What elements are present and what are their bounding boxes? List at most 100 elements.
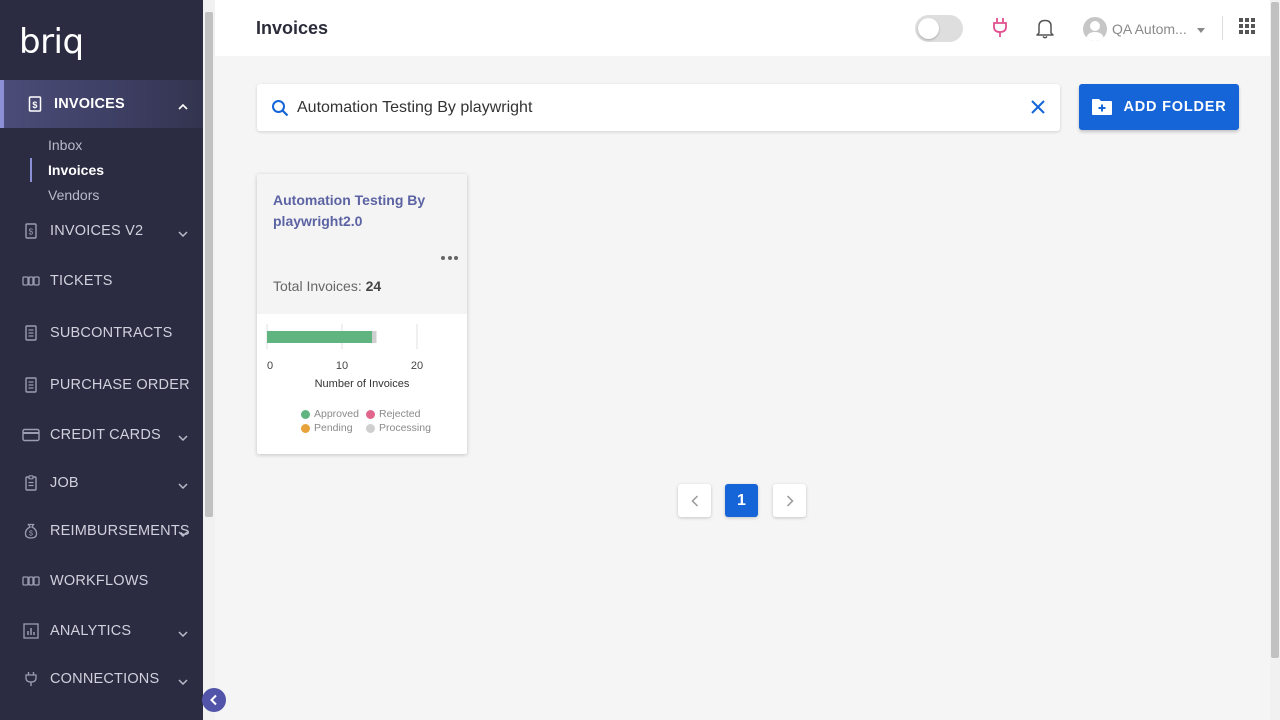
sidebar-item-label: REIMBURSEMENTS (50, 523, 190, 539)
sidebar-subitem-inbox[interactable]: Inbox (48, 137, 82, 153)
sidebar-item-label: CREDIT CARDS (50, 427, 161, 443)
sidebar-item-job[interactable]: JOB (0, 465, 203, 501)
sidebar-item-label: PURCHASE ORDER (50, 377, 190, 393)
sidebar-item-label: CONNECTIONS (50, 671, 160, 687)
legend-label-processing: Processing (379, 422, 431, 434)
folder-title[interactable]: Automation Testing By playwright2.0 (273, 190, 453, 232)
legend-label-pending: Pending (314, 422, 353, 434)
notifications-bell-icon[interactable] (1036, 17, 1054, 44)
bar-chart-icon (22, 622, 40, 640)
document-icon (22, 376, 40, 394)
legend-item-pending[interactable]: Pending (301, 422, 366, 434)
integrations-plug-icon[interactable] (992, 17, 1008, 44)
chevron-left-icon (690, 494, 699, 507)
sidebar-item-reimbursements[interactable]: $ REIMBURSEMENTS (0, 513, 203, 549)
legend-dot-pending (301, 423, 310, 433)
total-invoices-value: 24 (365, 278, 382, 294)
ticket-icon (22, 272, 40, 290)
svg-text:$: $ (29, 531, 33, 538)
svg-text:$: $ (29, 228, 34, 237)
svg-text:$: $ (32, 100, 37, 110)
sidebar-item-credit-cards[interactable]: CREDIT CARDS (0, 417, 203, 453)
x-tick-label: 10 (336, 360, 348, 372)
document-icon (22, 324, 40, 342)
sidebar: briq $ INVOICES Inbox Invoices Vendors $… (0, 0, 203, 720)
sidebar-scrollbar-thumb[interactable] (205, 12, 213, 517)
page-number-button[interactable]: 1 (725, 484, 758, 517)
folder-card[interactable]: Automation Testing By playwright2.0 Tota… (257, 174, 467, 454)
clear-search-icon[interactable] (1030, 99, 1046, 115)
plug-icon (22, 670, 40, 688)
sidebar-item-label: SUBCONTRACTS (50, 325, 173, 341)
toggle-knob (918, 18, 939, 39)
chevron-down-icon (178, 225, 188, 241)
credit-card-icon (22, 426, 40, 444)
sidebar-item-label: INVOICES V2 (50, 223, 144, 239)
chevron-down-icon (178, 429, 188, 445)
sidebar-item-purchase-order[interactable]: PURCHASE ORDER (0, 367, 203, 403)
x-tick-label: 0 (267, 360, 273, 372)
previous-page-button[interactable] (678, 484, 711, 517)
user-menu[interactable]: QA Autom... (1083, 17, 1205, 41)
money-bag-icon: $ (22, 522, 40, 540)
main-scrollbar-thumb[interactable] (1271, 2, 1279, 658)
search-input[interactable] (297, 98, 1017, 117)
x-axis-label: Number of Invoices (315, 378, 410, 390)
invoice-icon: $ (22, 222, 40, 240)
sidebar-subitem-vendors[interactable]: Vendors (48, 187, 99, 203)
folder-search-bar (257, 84, 1060, 131)
chevron-down-icon (178, 673, 188, 689)
page-title: Invoices (256, 18, 329, 38)
briq-logo[interactable]: briq (19, 22, 84, 62)
legend-label-approved: Approved (314, 408, 359, 420)
avatar (1083, 17, 1107, 41)
total-invoices-label: Total Invoices: (273, 278, 366, 294)
top-header: Invoices QA Autom... (215, 0, 1270, 56)
sidebar-item-analytics[interactable]: ANALYTICS (0, 613, 203, 649)
caret-down-icon (1196, 20, 1205, 38)
chevron-down-icon (178, 525, 188, 541)
chevron-right-icon (786, 494, 794, 507)
search-icon (271, 99, 289, 117)
sidebar-item-connections[interactable]: CONNECTIONS (0, 661, 203, 697)
chevron-left-icon (209, 694, 219, 706)
clipboard-icon (22, 474, 40, 492)
sidebar-item-tickets[interactable]: TICKETS (0, 263, 203, 299)
sidebar-item-workflows[interactable]: WORKFLOWS (0, 563, 203, 599)
legend-dot-rejected (366, 409, 375, 419)
add-folder-label: ADD FOLDER (1123, 99, 1227, 115)
sidebar-item-invoices-v2[interactable]: $ INVOICES V2 (0, 213, 203, 249)
chevron-up-icon (178, 98, 188, 114)
mode-toggle[interactable] (915, 15, 963, 42)
legend-item-processing[interactable]: Processing (366, 422, 446, 434)
x-tick-label: 20 (411, 360, 423, 372)
user-name: QA Autom... (1112, 21, 1187, 37)
add-folder-button[interactable]: ADD FOLDER (1079, 84, 1239, 130)
header-divider (1222, 16, 1223, 40)
sidebar-subitem-invoices[interactable]: Invoices (48, 162, 104, 178)
legend-item-approved[interactable]: Approved (301, 408, 366, 420)
next-page-button[interactable] (773, 484, 806, 517)
more-options-icon[interactable] (441, 256, 458, 260)
chevron-down-icon (178, 625, 188, 641)
apps-grid-icon[interactable] (1239, 18, 1255, 34)
active-sub-indicator (30, 158, 32, 182)
bar-approved (267, 331, 372, 343)
legend-dot-approved (301, 409, 310, 419)
legend-dot-processing (366, 423, 375, 433)
bar-processing (372, 331, 377, 343)
collapse-sidebar-button[interactable] (202, 688, 226, 712)
legend-item-rejected[interactable]: Rejected (366, 408, 446, 420)
sidebar-item-label: WORKFLOWS (50, 573, 149, 589)
workflow-icon (22, 572, 40, 590)
sidebar-item-subcontracts[interactable]: SUBCONTRACTS (0, 315, 203, 351)
legend-label-rejected: Rejected (379, 408, 421, 420)
total-invoices: Total Invoices: 24 (273, 278, 381, 294)
invoice-icon: $ (26, 95, 44, 113)
sidebar-item-label: ANALYTICS (50, 623, 132, 639)
chevron-down-icon (178, 477, 188, 493)
sidebar-item-invoices[interactable]: $ INVOICES (0, 80, 203, 128)
sidebar-item-label: TICKETS (50, 273, 113, 289)
folder-add-icon (1091, 98, 1113, 116)
sidebar-item-label: INVOICES (54, 96, 125, 112)
